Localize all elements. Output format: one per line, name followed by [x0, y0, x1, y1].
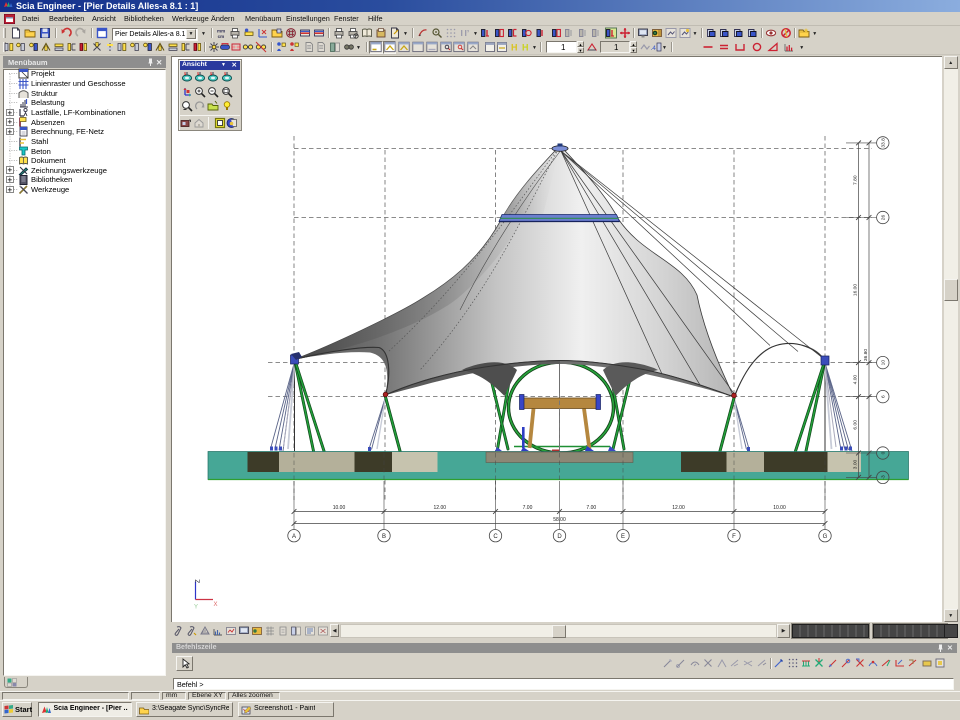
svg-text:10.00: 10.00	[773, 505, 786, 511]
svg-text:12.00: 12.00	[672, 505, 685, 511]
svg-text:X: X	[214, 602, 218, 608]
svg-text:6: 6	[881, 395, 887, 398]
svg-text:26: 26	[881, 215, 887, 221]
svg-text:C: C	[493, 534, 498, 540]
svg-text:36.80: 36.80	[863, 349, 869, 362]
svg-text:A: A	[292, 534, 296, 540]
svg-text:7.00: 7.00	[586, 505, 596, 511]
svg-text:D: D	[557, 534, 562, 540]
svg-text:-3: -3	[881, 475, 887, 480]
svg-text:33.8: 33.8	[881, 138, 887, 148]
svg-text:7.80: 7.80	[853, 175, 859, 185]
svg-text:Y: Y	[194, 605, 198, 611]
svg-text:G: G	[823, 534, 828, 540]
svg-text:10: 10	[881, 360, 887, 366]
svg-text:4.00: 4.00	[853, 375, 859, 385]
svg-text:B: B	[382, 534, 386, 540]
svg-text:58.00: 58.00	[553, 517, 566, 523]
svg-text:F: F	[732, 534, 736, 540]
svg-text:12.00: 12.00	[434, 505, 447, 511]
svg-text:3.00: 3.00	[853, 459, 859, 469]
svg-text:0: 0	[881, 451, 887, 454]
svg-text:7.00: 7.00	[523, 505, 533, 511]
svg-text:10.00: 10.00	[333, 505, 346, 511]
svg-text:Z: Z	[196, 579, 202, 583]
svg-text:6.00: 6.00	[853, 420, 859, 430]
svg-text:E: E	[621, 534, 625, 540]
svg-text:16.00: 16.00	[853, 284, 859, 297]
